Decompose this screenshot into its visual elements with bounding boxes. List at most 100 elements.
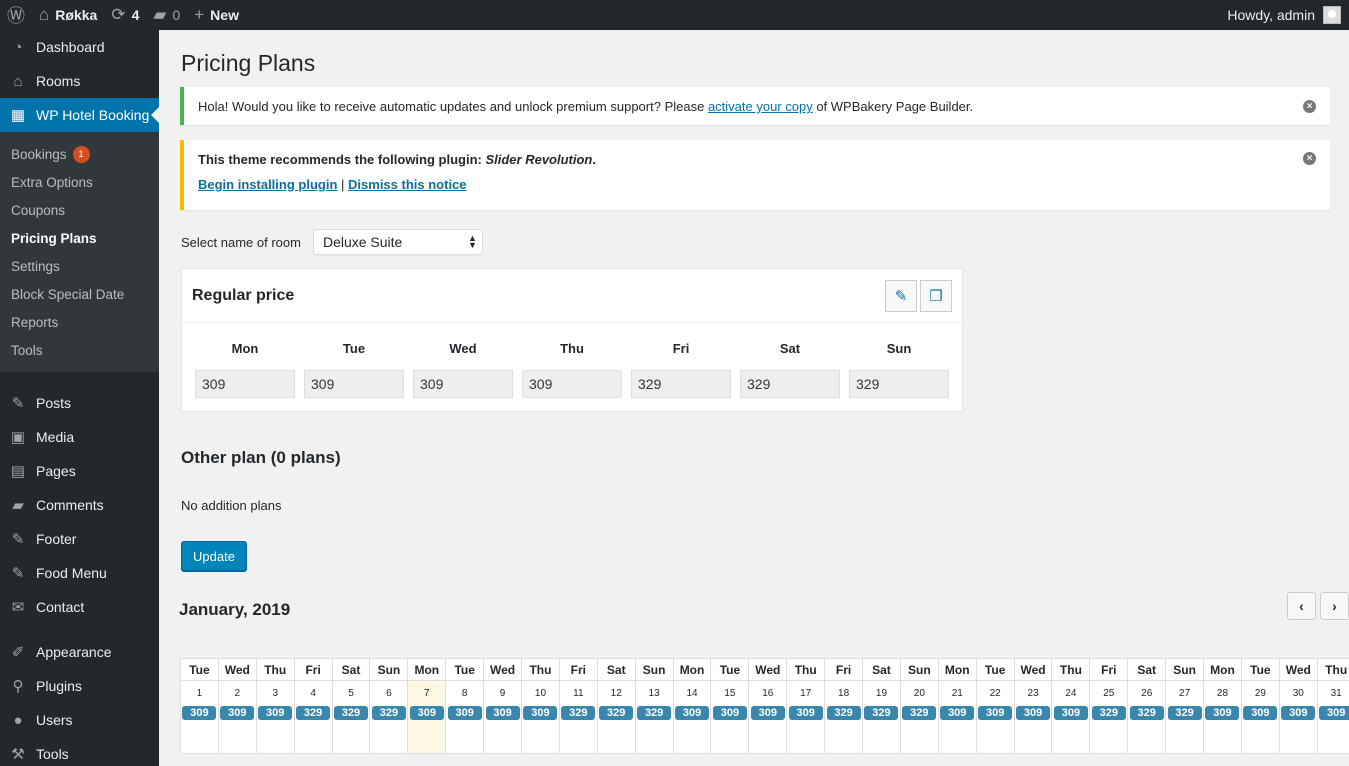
calendar-day[interactable]: Sat 12 329 <box>597 659 636 753</box>
calendar-weekday: Sat <box>863 659 900 681</box>
calendar-price-tag: 309 <box>220 706 255 720</box>
calendar-day[interactable]: Fri 4 329 <box>294 659 333 753</box>
menu-food-menu[interactable]: ✎ Food Menu <box>0 556 159 590</box>
calendar-day[interactable]: Fri 11 329 <box>559 659 598 753</box>
begin-installing-plugin-link[interactable]: Begin installing plugin <box>198 177 337 192</box>
price-field-sat[interactable]: 329 <box>740 370 840 398</box>
menu-footer[interactable]: ✎ Footer <box>0 522 159 556</box>
calendar-price-tag: 309 <box>409 706 444 720</box>
submenu-tools[interactable]: Tools <box>0 336 159 364</box>
calendar-day[interactable]: Fri 18 329 <box>825 659 864 753</box>
copy-button[interactable]: ❐ <box>920 279 952 312</box>
calendar-weekday: Wed <box>1279 659 1317 681</box>
submenu-block-special-date[interactable]: Block Special Date <box>0 280 159 308</box>
price-field-wed[interactable]: 309 <box>413 370 513 398</box>
calendar-date: 25 <box>1103 688 1115 699</box>
room-select[interactable]: Deluxe Suite ▲ ▼ <box>312 229 483 255</box>
submenu-bookings[interactable]: Bookings 1 <box>0 140 159 168</box>
calendar-day[interactable]: Mon 14 309 <box>673 659 712 753</box>
submenu-coupons[interactable]: Coupons <box>0 196 159 224</box>
menu-contact[interactable]: ✉ Contact <box>0 590 159 624</box>
dismiss-notice-icon[interactable]: × <box>1303 152 1316 165</box>
account-menu[interactable]: Howdy, admin <box>1227 6 1349 24</box>
wordpress-icon: Ⓦ <box>7 6 25 26</box>
dismiss-notice-icon[interactable]: × <box>1303 100 1316 113</box>
wordpress-logo-button[interactable]: Ⓦ <box>0 0 32 30</box>
calendar-day[interactable]: Tue 29 309 <box>1241 659 1280 753</box>
price-field-sun[interactable]: 329 <box>849 370 949 398</box>
calendar-day[interactable]: Sun 13 329 <box>635 659 674 753</box>
calendar-day[interactable]: Sun 6 329 <box>370 659 409 753</box>
day-column: Fri 329 <box>631 323 731 398</box>
calendar-day[interactable]: Sat 5 329 <box>332 659 371 753</box>
next-month-button[interactable]: › <box>1320 592 1349 620</box>
menu-wp-hotel-booking[interactable]: ▦ WP Hotel Booking <box>0 98 159 132</box>
menu-media[interactable]: ▣ Media <box>0 420 159 454</box>
calendar-weekday: Tue <box>976 659 1014 681</box>
calendar-day[interactable]: Sun 27 329 <box>1166 659 1205 753</box>
submenu-settings[interactable]: Settings <box>0 252 159 280</box>
calendar-weekday: Mon <box>673 659 711 681</box>
calendar-day[interactable]: Sat 26 329 <box>1128 659 1167 753</box>
calendar-weekday: Thu <box>1052 659 1090 681</box>
menu-appearance[interactable]: ✐ Appearance <box>0 635 159 669</box>
calendar-day[interactable]: Tue 8 309 <box>446 659 485 753</box>
calendar-date: 5 <box>348 688 354 699</box>
calendar-weekday: Sun <box>635 659 673 681</box>
day-column: Mon 309 <box>195 323 295 398</box>
prev-month-button[interactable]: ‹ <box>1287 592 1316 620</box>
calendar-day[interactable]: Tue 22 309 <box>976 659 1015 753</box>
calendar-day[interactable]: Thu 3 309 <box>256 659 295 753</box>
calendar-day[interactable]: Thu 10 309 <box>522 659 560 753</box>
new-content-link[interactable]: + New <box>187 0 246 30</box>
menu-separator <box>0 624 159 635</box>
menu-users[interactable]: ● Users <box>0 703 159 737</box>
activate-copy-link[interactable]: activate your copy <box>708 99 813 114</box>
calendar-day[interactable]: Sun 20 329 <box>900 659 939 753</box>
menu-tools[interactable]: ⚒ Tools <box>0 737 159 766</box>
calendar-day[interactable]: Fri 25 329 <box>1090 659 1129 753</box>
price-field-thu[interactable]: 309 <box>522 370 622 398</box>
site-name-link[interactable]: ⌂ Røkka <box>32 0 104 30</box>
plus-icon: + <box>194 5 205 24</box>
calendar-date: 1 <box>196 688 203 699</box>
submenu-pricing-plans[interactable]: Pricing Plans <box>0 224 159 252</box>
page-title: Pricing Plans <box>181 50 316 76</box>
calendar-day[interactable]: Wed 30 309 <box>1279 659 1318 753</box>
calendar-date: 3 <box>272 688 278 699</box>
calendar-day[interactable]: Thu 31 309 <box>1317 659 1349 753</box>
dismiss-notice-link[interactable]: Dismiss this notice <box>348 177 466 192</box>
calendar-day[interactable]: Wed 2 309 <box>218 659 257 753</box>
menu-posts[interactable]: ✎ Posts <box>0 386 159 420</box>
submenu-reports[interactable]: Reports <box>0 308 159 336</box>
comment-icon: ▰ <box>153 5 167 24</box>
comments-link[interactable]: ▰ 0 <box>146 0 187 30</box>
calendar-day[interactable]: Mon 21 309 <box>938 659 977 753</box>
calendar-day[interactable]: Mon 28 309 <box>1204 659 1242 753</box>
calendar-day[interactable]: Tue 15 309 <box>711 659 750 753</box>
menu-dashboard[interactable]: ◔ Dashboard <box>0 30 159 64</box>
calendar-day[interactable]: Mon 7 309 <box>408 659 447 753</box>
calendar-day[interactable]: Thu 17 309 <box>787 659 826 753</box>
calendar-day[interactable]: Thu 24 309 <box>1052 659 1091 753</box>
updates-link[interactable]: ⟳ 4 <box>104 0 146 30</box>
calendar-day[interactable]: Sat 19 329 <box>863 659 901 753</box>
calendar-day[interactable]: Wed 9 309 <box>484 659 523 753</box>
price-field-mon[interactable]: 309 <box>195 370 295 398</box>
menu-plugins[interactable]: ⚲ Plugins <box>0 669 159 703</box>
menu-pages[interactable]: ▤ Pages <box>0 454 159 488</box>
pin-icon: ✎ <box>11 395 25 412</box>
calendar-day[interactable]: Wed 23 309 <box>1014 659 1053 753</box>
calendar-day[interactable]: Tue 1 309 <box>181 659 219 753</box>
edit-button[interactable]: ✎ <box>885 279 917 312</box>
calendar-day[interactable]: Wed 16 309 <box>749 659 788 753</box>
menu-comments[interactable]: ▰ Comments <box>0 488 159 522</box>
submenu-extra-options[interactable]: Extra Options <box>0 168 159 196</box>
menu-rooms[interactable]: ⌂ Rooms <box>0 64 159 98</box>
update-button[interactable]: Update <box>181 541 247 571</box>
calendar-weekday: Fri <box>294 659 332 681</box>
price-field-fri[interactable]: 329 <box>631 370 731 398</box>
calendar-price-tag: 309 <box>1319 706 1349 720</box>
calendar-price-tag: 309 <box>675 706 710 720</box>
price-field-tue[interactable]: 309 <box>304 370 404 398</box>
